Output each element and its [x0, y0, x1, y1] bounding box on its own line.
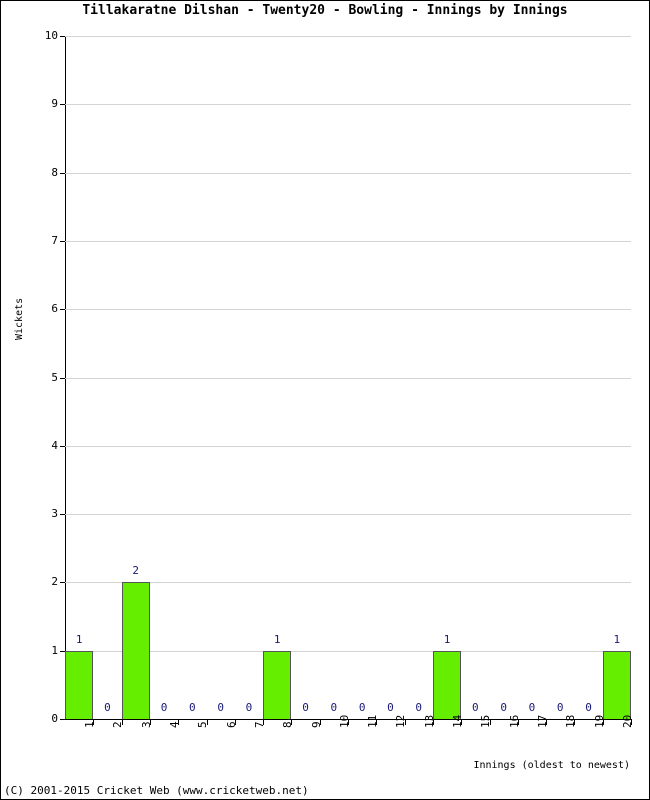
x-axis-tick-label: 20: [620, 714, 634, 728]
y-axis-tick-label: 2: [51, 575, 58, 589]
gridline: [65, 514, 631, 516]
bar-value-label: 1: [613, 632, 621, 646]
bar[interactable]: [121, 582, 150, 719]
gridline: [65, 377, 631, 379]
gridline: [65, 36, 631, 37]
bar-value-label: 0: [387, 701, 394, 714]
plot-area: 1 0 2 0 0 0 0 1 0 0 0 0 0 1 0 0 0 0 0 1: [60, 36, 631, 720]
y-axis-tick-label: 4: [51, 438, 58, 452]
bar-value-label: 0: [189, 701, 196, 714]
bar-value-label: 0: [415, 701, 423, 714]
y-axis-tick-label: 3: [51, 507, 58, 521]
y-axis-tick: [60, 36, 65, 37]
x-axis-tick-label: 9: [309, 721, 323, 728]
y-axis-tick-label: 9: [51, 97, 58, 111]
y-axis-tick-label: 7: [51, 233, 58, 247]
bar-value-label: 0: [330, 701, 338, 714]
y-axis-tick: [60, 309, 65, 311]
footer-copyright: (C) 2001-2015 Cricket Web (www.cricketwe…: [4, 784, 309, 797]
x-axis-tick-label: 18: [564, 714, 578, 728]
y-axis-tick: [60, 514, 65, 516]
bar-value-label: 0: [160, 701, 168, 714]
bar-value-label: 0: [245, 701, 253, 714]
bar-value-label: 0: [472, 701, 479, 714]
bar[interactable]: [432, 650, 462, 719]
bar-value-label: 0: [500, 701, 507, 714]
bar-value-label: 0: [217, 701, 224, 714]
gridline: [65, 445, 631, 447]
bar-value-label: 0: [104, 701, 111, 714]
y-axis-tick-label: 10: [44, 29, 58, 42]
page-title: Tillakaratne Dilshan - Twenty20 - Bowlin…: [82, 3, 568, 18]
x-axis-tick-label: 4: [168, 721, 182, 728]
y-axis-tick: [60, 445, 65, 447]
y-axis-tick: [60, 104, 65, 106]
x-axis-tick-label: 14: [451, 714, 465, 728]
gridline: [65, 172, 631, 174]
gridline: [65, 104, 631, 106]
y-axis-tick-label: 5: [51, 370, 58, 384]
gridline: [65, 309, 631, 311]
y-axis-tick: [60, 377, 65, 379]
y-axis-tick-label: 6: [51, 302, 58, 316]
x-axis-tick-label: 16: [507, 714, 521, 728]
y-axis-tick-label: 0: [51, 712, 58, 725]
y-axis-tick: [60, 240, 65, 242]
x-axis-tick-label: 15: [479, 714, 493, 728]
y-axis-tick: [60, 582, 65, 584]
y-axis-tick: [60, 172, 65, 174]
x-axis-tick-label: 10: [337, 714, 351, 728]
x-axis-tick-label: 5: [196, 721, 210, 728]
x-axis-tick-label: 3: [139, 721, 153, 728]
bar-value-label: 1: [75, 632, 83, 646]
gridline: [65, 650, 631, 652]
gridline: [65, 582, 631, 584]
x-axis-tick-label: 8: [281, 721, 295, 728]
x-axis-tick-label: 12: [394, 714, 408, 728]
x-axis-title: Innings (oldest to newest): [473, 760, 630, 771]
y-axis-tick-label: 1: [51, 643, 58, 657]
gridline: [65, 240, 631, 242]
bar-value-label: 0: [585, 701, 592, 714]
x-axis-tick-label: 2: [111, 721, 125, 728]
x-axis-tick-label: 6: [224, 721, 238, 728]
x-axis-tick-label: 17: [535, 714, 549, 728]
bar-value-label: 1: [273, 632, 281, 646]
y-axis-tick: [60, 719, 65, 720]
bar-value-label: 0: [528, 701, 536, 714]
bar-value-label: 2: [132, 564, 140, 578]
bar-value-label: 0: [358, 701, 366, 714]
x-axis-tick-label: 7: [252, 721, 266, 728]
x-axis-tick-label: 11: [366, 714, 380, 728]
y-axis-tick-label: 8: [51, 165, 58, 179]
bar[interactable]: [602, 650, 631, 719]
bar[interactable]: [65, 650, 94, 719]
bar-value-label: 0: [556, 701, 564, 714]
bar-value-label: 0: [302, 701, 309, 714]
x-axis-tick-label: 19: [592, 714, 606, 728]
bar[interactable]: [263, 650, 292, 719]
x-axis-tick-label: 1: [83, 721, 97, 728]
x-axis-tick-label: 13: [422, 714, 436, 728]
bar-value-label: 1: [443, 632, 451, 646]
